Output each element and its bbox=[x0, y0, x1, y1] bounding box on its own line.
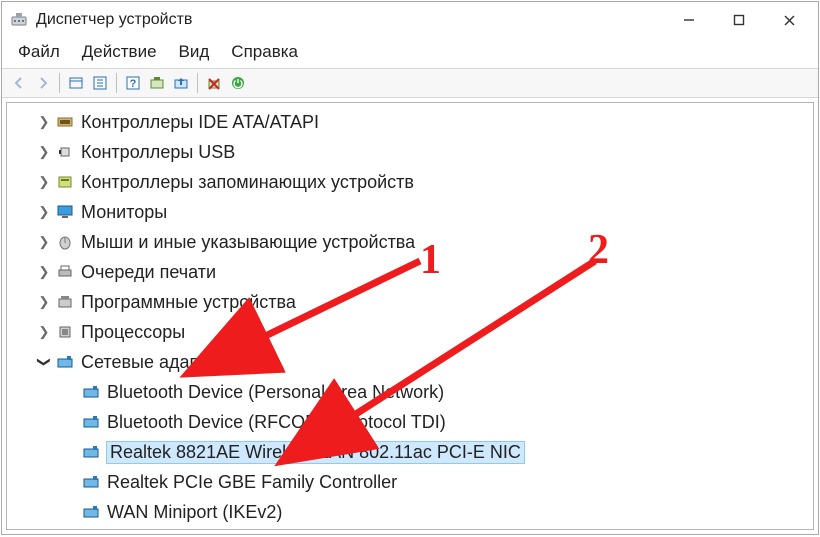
device-bluetooth-rfcomm[interactable]: Bluetooth Device (RFCOMM Protocol TDI) bbox=[7, 407, 813, 437]
forward-button[interactable] bbox=[32, 72, 54, 94]
category-label: Мониторы bbox=[81, 202, 167, 223]
device-manager-window: Диспетчер устройств Файл Действие Вид Сп… bbox=[1, 1, 819, 535]
chevron-right-icon[interactable]: ❯ bbox=[35, 203, 53, 221]
properties-button[interactable] bbox=[89, 72, 111, 94]
back-button[interactable] bbox=[8, 72, 30, 94]
menu-help[interactable]: Справка bbox=[223, 40, 306, 64]
maximize-button[interactable] bbox=[714, 4, 764, 36]
chevron-right-icon[interactable]: ❯ bbox=[35, 143, 53, 161]
category-label: Контроллеры запоминающих устройств bbox=[81, 172, 414, 193]
network-adapter-icon bbox=[81, 442, 101, 462]
window-controls bbox=[664, 4, 814, 36]
category-label: Сетевые адаптеры bbox=[81, 352, 240, 373]
device-label: WAN Miniport (IKEv2) bbox=[107, 502, 282, 523]
category-label: Очереди печати bbox=[81, 262, 216, 283]
device-bluetooth-pan[interactable]: Bluetooth Device (Personal Area Network) bbox=[7, 377, 813, 407]
chevron-right-icon[interactable]: ❯ bbox=[35, 293, 53, 311]
app-icon bbox=[10, 11, 28, 29]
help-topic-button[interactable]: ? bbox=[122, 72, 144, 94]
chevron-right-icon[interactable]: ❯ bbox=[35, 113, 53, 131]
category-print-queues[interactable]: ❯ Очереди печати bbox=[7, 257, 813, 287]
category-ide[interactable]: ❯ Контроллеры IDE ATA/ATAPI bbox=[7, 107, 813, 137]
svg-text:?: ? bbox=[130, 78, 137, 90]
monitor-icon bbox=[55, 202, 75, 222]
mouse-icon bbox=[55, 232, 75, 252]
network-adapter-icon bbox=[81, 412, 101, 432]
update-driver-button[interactable] bbox=[170, 72, 192, 94]
chevron-right-icon[interactable]: ❯ bbox=[35, 233, 53, 251]
menu-file[interactable]: Файл bbox=[10, 40, 68, 64]
menubar: Файл Действие Вид Справка bbox=[2, 38, 818, 68]
device-label: Realtek 8821AE Wireless LAN 802.11ac PCI… bbox=[107, 442, 524, 463]
category-label: Контроллеры IDE ATA/ATAPI bbox=[81, 112, 319, 133]
enable-button[interactable] bbox=[227, 72, 249, 94]
content-area: ❯ Контроллеры IDE ATA/ATAPI ❯ Контроллер… bbox=[2, 98, 818, 534]
network-adapter-icon bbox=[81, 472, 101, 492]
category-processors[interactable]: ❯ Процессоры bbox=[7, 317, 813, 347]
device-wan-miniport[interactable]: WAN Miniport (IKEv2) bbox=[7, 497, 813, 527]
storage-icon bbox=[55, 172, 75, 192]
chevron-down-icon[interactable]: ❯ bbox=[35, 353, 53, 371]
device-label: Bluetooth Device (Personal Area Network) bbox=[107, 382, 444, 403]
toolbar: ? bbox=[2, 68, 818, 98]
titlebar: Диспетчер устройств bbox=[2, 2, 818, 38]
category-label: Мыши и иные указывающие устройства bbox=[81, 232, 415, 253]
printer-icon bbox=[55, 262, 75, 282]
device-tree[interactable]: ❯ Контроллеры IDE ATA/ATAPI ❯ Контроллер… bbox=[6, 102, 814, 530]
show-hidden-button[interactable] bbox=[65, 72, 87, 94]
toolbar-separator bbox=[197, 73, 198, 93]
menu-view[interactable]: Вид bbox=[171, 40, 218, 64]
chevron-right-icon[interactable]: ❯ bbox=[35, 263, 53, 281]
cpu-icon bbox=[55, 322, 75, 342]
device-realtek-gbe[interactable]: Realtek PCIe GBE Family Controller bbox=[7, 467, 813, 497]
chevron-right-icon[interactable]: ❯ bbox=[35, 323, 53, 341]
category-label: Программные устройства bbox=[81, 292, 296, 313]
ide-icon bbox=[55, 112, 75, 132]
device-label: Bluetooth Device (RFCOMM Protocol TDI) bbox=[107, 412, 446, 433]
scan-hardware-button[interactable] bbox=[146, 72, 168, 94]
category-monitors[interactable]: ❯ Мониторы bbox=[7, 197, 813, 227]
close-button[interactable] bbox=[764, 4, 814, 36]
category-usb[interactable]: ❯ Контроллеры USB bbox=[7, 137, 813, 167]
network-icon bbox=[55, 352, 75, 372]
category-label: Процессоры bbox=[81, 322, 185, 343]
network-adapter-icon bbox=[81, 382, 101, 402]
window-title: Диспетчер устройств bbox=[36, 11, 192, 29]
device-label: Realtek PCIe GBE Family Controller bbox=[107, 472, 397, 493]
category-label: Контроллеры USB bbox=[81, 142, 235, 163]
device-realtek-wifi[interactable]: Realtek 8821AE Wireless LAN 802.11ac PCI… bbox=[7, 437, 813, 467]
category-mice[interactable]: ❯ Мыши и иные указывающие устройства bbox=[7, 227, 813, 257]
software-icon bbox=[55, 292, 75, 312]
category-software-devices[interactable]: ❯ Программные устройства bbox=[7, 287, 813, 317]
menu-action[interactable]: Действие bbox=[74, 40, 165, 64]
minimize-button[interactable] bbox=[664, 4, 714, 36]
uninstall-button[interactable] bbox=[203, 72, 225, 94]
chevron-right-icon[interactable]: ❯ bbox=[35, 173, 53, 191]
network-adapter-icon bbox=[81, 502, 101, 522]
usb-icon bbox=[55, 142, 75, 162]
category-storage-controllers[interactable]: ❯ Контроллеры запоминающих устройств bbox=[7, 167, 813, 197]
category-network-adapters[interactable]: ❯ Сетевые адаптеры bbox=[7, 347, 813, 377]
toolbar-separator bbox=[59, 73, 60, 93]
toolbar-separator bbox=[116, 73, 117, 93]
